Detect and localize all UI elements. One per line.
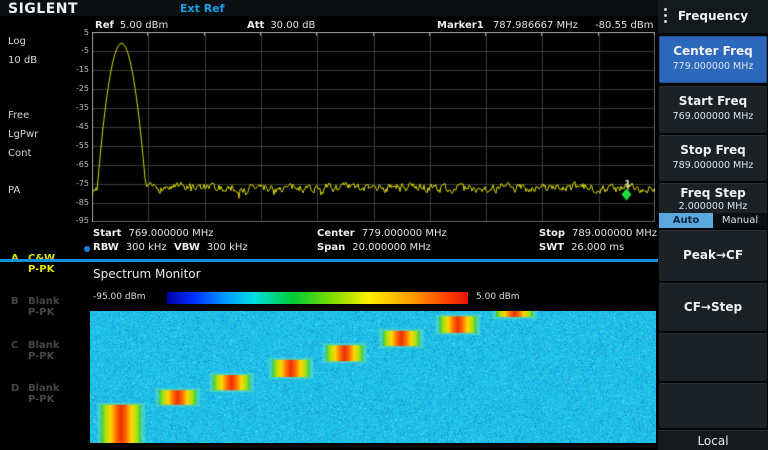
local-button[interactable]: Local <box>658 430 768 450</box>
preamp-label: PA <box>8 185 20 196</box>
y-tick: -55 <box>62 141 89 150</box>
marker-freq: 787.986667 MHz <box>493 20 578 31</box>
ref-label: Ref <box>95 20 114 31</box>
y-tick: -65 <box>62 160 89 169</box>
waterfall-canvas <box>90 311 656 443</box>
colorbar-max-label: 5.00 dBm <box>476 292 520 302</box>
peak-to-cf-button[interactable]: Peak→CF <box>659 230 767 281</box>
vbw-readout: VBW300 kHz <box>174 242 248 253</box>
marker-label: Marker1 <box>437 20 484 31</box>
rbw-coupling-bullet-icon <box>84 246 90 252</box>
y-tick: 5 <box>62 28 89 37</box>
att-label: Att <box>247 20 264 31</box>
span-readout: Span20.000000 MHz <box>317 242 431 253</box>
y-tick: -45 <box>62 122 89 131</box>
scale-type-label: Log <box>8 36 26 47</box>
swt-readout: SWT26.000 ms <box>539 242 624 253</box>
top-bar: SIGLENT Ext Ref <box>0 0 658 16</box>
y-tick: -95 <box>62 216 89 225</box>
power-mode-label: LgPwr <box>8 129 38 140</box>
freq-step-auto-manual-toggle: Auto Manual <box>659 213 767 228</box>
center-freq-button[interactable]: Center Freq 779.000000 MHz <box>659 36 767 83</box>
section-separator <box>0 259 658 262</box>
rbw-readout: RBW300 kHz <box>93 242 167 253</box>
softkey-menu: Frequency Center Freq 779.000000 MHz Sta… <box>658 0 768 450</box>
y-tick: -25 <box>62 84 89 93</box>
ref-level-readout: Ref 5.00 dBm <box>95 20 168 31</box>
trace-d-selector[interactable]: DBlank P-PK <box>11 383 60 405</box>
stop-freq-readout: Stop789.000000 MHz <box>539 228 657 239</box>
spectrum-analyzer-screen: SIGLENT Ext Ref Ref5.00 dBm Att30.00 dB … <box>0 0 768 450</box>
att-value: 30.00 dB <box>270 20 315 31</box>
manual-toggle-option[interactable]: Manual <box>713 213 767 228</box>
scale-div-label: 10 dB <box>8 55 37 66</box>
trigger-label: Free <box>8 110 29 121</box>
spectrum-canvas <box>92 32 655 222</box>
center-freq-readout: Center779.000000 MHz <box>317 228 447 239</box>
y-tick: -85 <box>62 198 89 207</box>
menu-header: Frequency <box>658 0 768 33</box>
sweep-mode-label: Cont <box>8 148 31 159</box>
y-tick: -15 <box>62 65 89 74</box>
menu-title: Frequency <box>658 9 768 23</box>
start-freq-button[interactable]: Start Freq 769.000000 MHz <box>659 86 767 133</box>
colorbar-gradient <box>167 292 468 304</box>
freq-step-button[interactable]: Freq Step 2.000000 MHz Auto Manual <box>659 183 767 228</box>
softkey-blank-1[interactable] <box>659 333 767 381</box>
colorbar-min-label: -95.00 dBm <box>93 292 146 302</box>
stop-freq-button[interactable]: Stop Freq 789.000000 MHz <box>659 135 767 181</box>
ext-ref-status: Ext Ref <box>180 2 224 15</box>
trace-b-selector[interactable]: BBlank P-PK <box>11 296 60 318</box>
start-freq-readout: Start769.000000 MHz <box>93 228 213 239</box>
ref-value: 5.00 dBm <box>120 20 168 31</box>
marker-readout: Marker1 787.986667 MHz -80.55 dBm <box>437 20 653 31</box>
auto-toggle-option[interactable]: Auto <box>659 213 713 228</box>
y-tick: -75 <box>62 179 89 188</box>
softkey-blank-2[interactable] <box>659 383 767 428</box>
spectrum-monitor-title: Spectrum Monitor <box>93 267 201 281</box>
trace-c-selector[interactable]: CBlank P-PK <box>11 340 60 362</box>
y-tick: -35 <box>62 103 89 112</box>
trace-a-selector[interactable]: AC&W P-PK <box>11 253 55 275</box>
marker-amp: -80.55 dBm <box>595 20 653 31</box>
y-tick: -5 <box>62 46 89 55</box>
att-readout: Att 30.00 dB <box>247 20 315 31</box>
siglent-logo: SIGLENT <box>8 1 78 17</box>
cf-to-step-button[interactable]: CF→Step <box>659 283 767 331</box>
